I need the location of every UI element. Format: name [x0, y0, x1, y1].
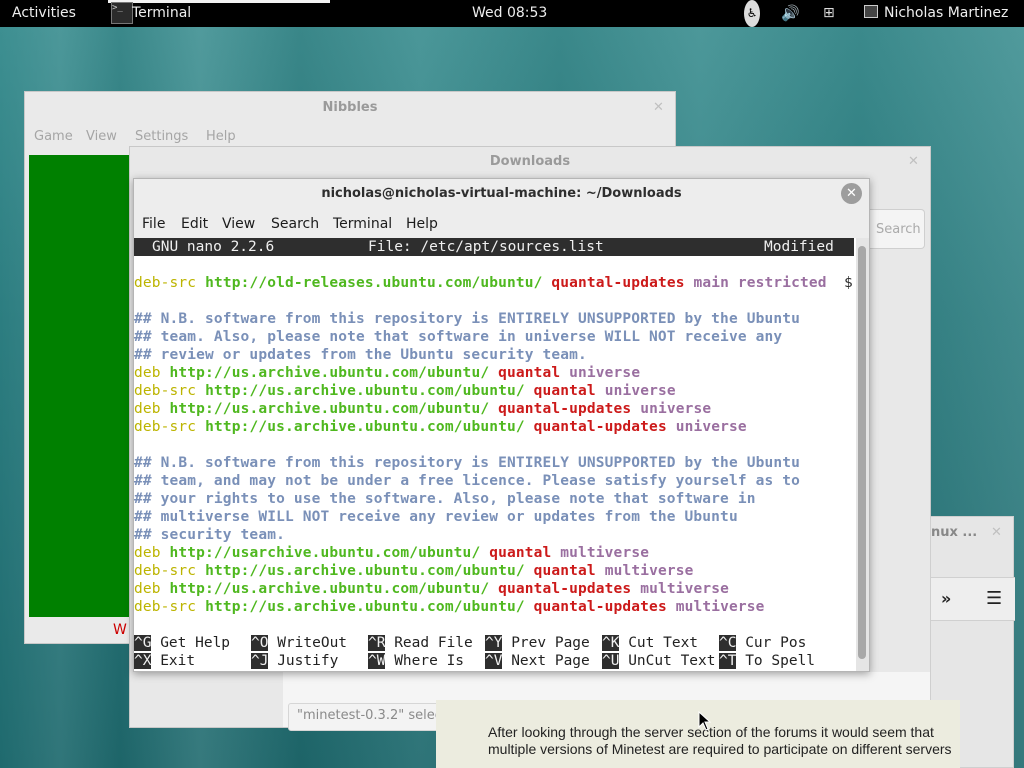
- scrollbar-thumb[interactable]: [858, 246, 866, 659]
- nano-header: GNU nano 2.2.6 File: /etc/apt/sources.li…: [134, 238, 854, 256]
- shortcut-get-help[interactable]: ^G Get Help: [134, 634, 230, 652]
- source-line: deb-src http://us.archive.ubuntu.com/ubu…: [134, 383, 676, 399]
- game-board[interactable]: [29, 155, 133, 617]
- app-menu-label: Terminal: [132, 5, 192, 21]
- source-line: deb-src http://old-releases.ubuntu.com/u…: [134, 275, 853, 291]
- menu-settings[interactable]: Settings: [135, 129, 188, 144]
- clock[interactable]: Wed 08:53: [472, 0, 547, 27]
- close-icon[interactable]: ✕: [991, 525, 1002, 540]
- comment-line: ## security team.: [134, 527, 285, 543]
- menu-icon[interactable]: ☰: [986, 588, 1002, 609]
- terminal-window[interactable]: nicholas@nicholas-virtual-machine: ~/Dow…: [133, 178, 870, 672]
- comment-line: ## N.B. software from this repository is…: [134, 455, 800, 471]
- source-line: deb-src http://us.archive.ubuntu.com/ubu…: [134, 563, 694, 579]
- downloads-title: Downloads: [489, 154, 571, 169]
- source-line: deb http://usarchive.ubuntu.com/ubuntu/ …: [134, 545, 650, 561]
- chevron-right-icon[interactable]: »: [941, 589, 951, 608]
- shortcut-where-is[interactable]: ^W Where Is: [368, 652, 464, 670]
- menu-game[interactable]: Game: [34, 129, 73, 144]
- comment-line: ## team. Also, please note that software…: [134, 329, 783, 345]
- shortcut-read-file[interactable]: ^R Read File: [368, 634, 473, 652]
- activities-button[interactable]: Activities: [12, 0, 76, 27]
- menu-help[interactable]: Help: [206, 129, 236, 144]
- nibbles-title: Nibbles: [322, 100, 378, 115]
- source-line: deb-src http://us.archive.ubuntu.com/ubu…: [134, 419, 747, 435]
- terminal-title: nicholas@nicholas-virtual-machine: ~/Dow…: [321, 186, 682, 201]
- terminal-scrollbar[interactable]: [856, 238, 869, 671]
- browser-title: nux ...: [931, 525, 978, 540]
- close-icon[interactable]: ✕: [653, 100, 664, 115]
- forum-post-text: After looking through the server section…: [488, 724, 952, 757]
- app-menu[interactable]: >_ Terminal: [108, 0, 330, 27]
- terminal-icon: >_: [111, 2, 133, 24]
- nano-shortcuts-row2: ^X Exit ^J Justify ^W Where Is ^V Next P…: [134, 652, 854, 670]
- shortcut-cur-pos[interactable]: ^C Cur Pos: [719, 634, 806, 652]
- user-name: Nicholas Martinez: [884, 5, 1009, 21]
- shortcut-next-page[interactable]: ^V Next Page: [485, 652, 590, 670]
- shortcut-writeout[interactable]: ^O WriteOut: [251, 634, 347, 652]
- source-line: deb http://us.archive.ubuntu.com/ubuntu/…: [134, 401, 712, 417]
- comment-line: ## multiverse WILL NOT receive any revie…: [134, 509, 738, 525]
- comment-line: ## team, and may not be under a free lic…: [134, 473, 800, 489]
- shortcut-prev-page[interactable]: ^Y Prev Page: [485, 634, 590, 652]
- line-overflow-marker: $: [844, 275, 853, 291]
- user-menu[interactable]: Nicholas Martinez: [864, 0, 1008, 27]
- nibbles-status-text: W: [113, 622, 127, 638]
- top-bar: Activities >_ Terminal Wed 08:53 ♿ 🔊 ⊞ N…: [0, 0, 1024, 27]
- network-icon[interactable]: ⊞: [823, 0, 835, 27]
- close-icon[interactable]: ✕: [908, 154, 919, 169]
- shortcut-exit[interactable]: ^X Exit: [134, 652, 195, 670]
- comment-line: ## N.B. software from this repository is…: [134, 311, 800, 327]
- nano-modified-state: Modified: [764, 239, 834, 255]
- comment-line: ## review or updates from the Ubuntu sec…: [134, 347, 587, 363]
- nano-shortcuts-row1: ^G Get Help ^O WriteOut ^R Read File ^Y …: [134, 634, 854, 652]
- source-line: deb-src http://us.archive.ubuntu.com/ubu…: [134, 599, 765, 615]
- shortcut-cut-text[interactable]: ^K Cut Text: [602, 634, 698, 652]
- menu-search[interactable]: Search: [271, 216, 319, 232]
- search-button[interactable]: Search: [870, 209, 925, 249]
- menu-view[interactable]: View: [222, 216, 255, 232]
- menu-edit[interactable]: Edit: [181, 216, 208, 232]
- volume-icon[interactable]: 🔊: [781, 0, 800, 27]
- shortcut-justify[interactable]: ^J Justify: [251, 652, 338, 670]
- source-line: deb http://us.archive.ubuntu.com/ubuntu/…: [134, 365, 641, 381]
- shortcut-uncut-text[interactable]: ^U UnCut Text: [602, 652, 716, 670]
- user-status-icon: [864, 5, 878, 18]
- terminal-screen[interactable]: GNU nano 2.2.6 File: /etc/apt/sources.li…: [134, 238, 856, 671]
- shortcut-to-spell[interactable]: ^T To Spell: [719, 652, 815, 670]
- menu-view[interactable]: View: [86, 129, 117, 144]
- nano-filename: File: /etc/apt/sources.list: [368, 239, 604, 255]
- close-icon[interactable]: ✕: [841, 183, 862, 204]
- menu-file[interactable]: File: [142, 216, 165, 232]
- terminal-menubar: File Edit View Search Terminal Help: [134, 214, 869, 236]
- nano-version: GNU nano 2.2.6: [152, 239, 275, 255]
- comment-line: ## your rights to use the software. Also…: [134, 491, 756, 507]
- source-line: deb http://us.archive.ubuntu.com/ubuntu/…: [134, 581, 729, 597]
- places-sidebar[interactable]: [130, 672, 282, 727]
- accessibility-icon[interactable]: ♿: [744, 0, 760, 27]
- menu-help[interactable]: Help: [406, 216, 438, 232]
- browser-toolbar: » ☰: [931, 577, 1015, 621]
- menu-terminal[interactable]: Terminal: [333, 216, 392, 232]
